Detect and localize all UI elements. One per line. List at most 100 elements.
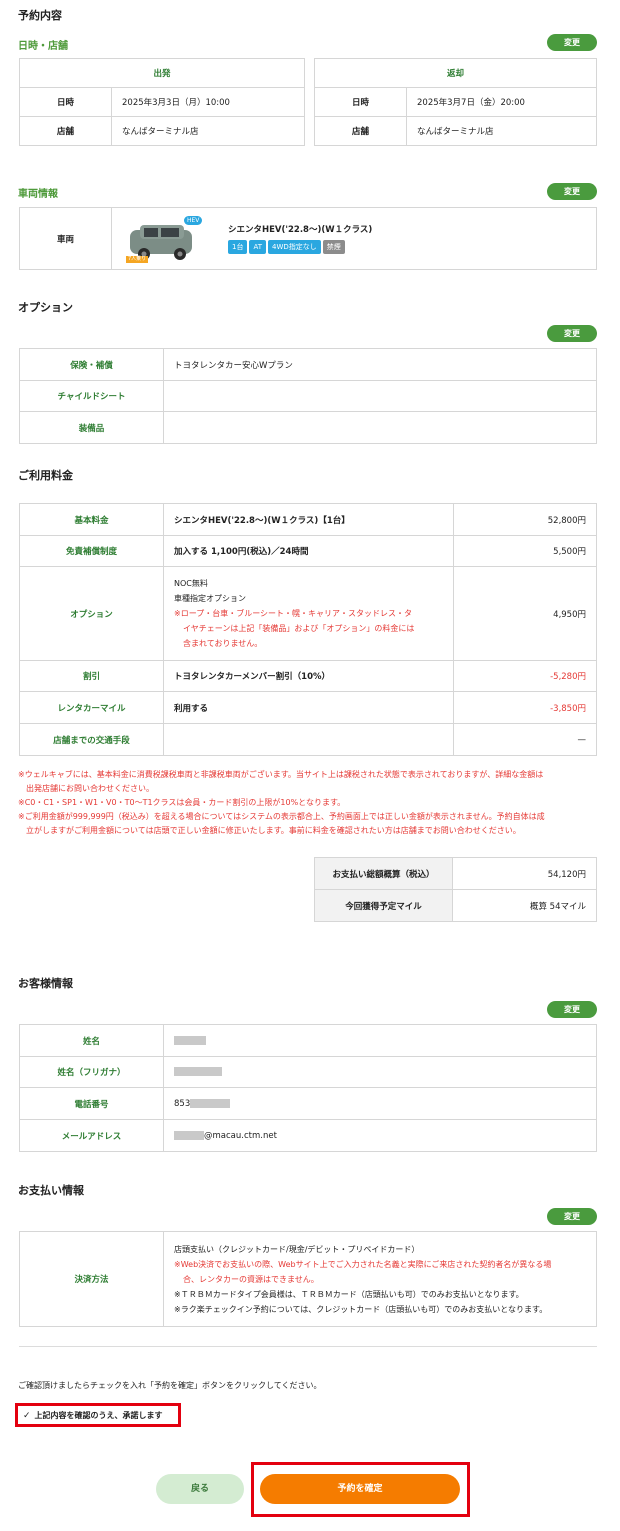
return-store-label: 店舗 [314,116,407,146]
vehicle-table: 車両 7人乗り HEV シエンタHEV('22.8～)(W１クラス) 1台 AT 4… [19,207,597,270]
option-childseat-label: チャイルドシート [19,380,164,412]
option-equipment-value [163,411,597,444]
fee-note-2: ※C0・C1・SP1・W1・V0・T0～T1クラスは会員・カード割引の上限が10… [18,798,346,807]
fee-note-1-cont: 出発店舗にお問い合わせください。 [26,784,154,793]
payment-change-button[interactable]: 変更 [547,1208,597,1225]
fee-note-3-cont: 立がしますがご利用金額については店頭で正しい金額に修正いたします。事前に料金を確… [26,826,521,835]
customer-name-value [163,1024,597,1057]
vehicle-cell: 7人乗り HEV シエンタHEV('22.8～)(W１クラス) 1台 AT 4WD指… [111,207,597,270]
fee-option-vehicle-spec: 車種指定オプション [174,594,246,603]
fee-discount-amount: -5,280円 [453,660,597,692]
return-table: 返却 日時 2025年3月7日（金）20:00 店舗 なんばターミナル店 [314,58,597,146]
vehicle-tags: 1台 AT 4WD指定なし 禁煙 [228,240,347,254]
payment-line-1: 店頭支払い（クレジットカード/現金/デビット・プリペイドカード） [174,1244,420,1254]
payment-line-3: 合、レンタカーの資源はできません。 [183,1274,319,1284]
vehicle-name: シエンタHEV('22.8～)(W１クラス) [228,225,373,235]
fee-option-amount: 4,950円 [453,566,597,661]
fee-basic-label: 基本料金 [19,503,164,536]
departure-store: なんばターミナル店 [111,116,305,146]
departure-table: 出発 日時 2025年3月3日（月）10:00 店舗 なんばターミナル店 [19,58,305,146]
customer-change-button[interactable]: 変更 [547,1001,597,1018]
departure-header: 出発 [19,58,305,88]
fee-option-desc: NOC無料 車種指定オプション ※ロープ・台車・ブルーシート・幌・キャリア・スタ… [163,566,454,661]
return-store: なんばターミナル店 [406,116,597,146]
payment-title: お支払い情報 [18,1184,84,1197]
fee-mile-desc: 利用する [163,691,454,724]
datetime-store-title: 日時・店舗 [18,41,68,52]
fees-table: 基本料金 シエンタHEV('22.8～)(W１クラス)【1台】 52,800円 … [19,503,597,756]
back-button[interactable]: 戻る [156,1474,244,1504]
mile-label: 今回獲得予定マイル [314,889,453,922]
accept-checkbox[interactable]: ✓ 上記内容を確認のうえ、承諾します [23,1409,163,1422]
payment-method-label: 決済方法 [19,1231,164,1327]
return-date: 2025年3月7日（金）20:00 [406,87,597,117]
fee-option-note-2: イヤチェーンは上記「装備品」および「オプション」の料金には [183,624,415,633]
fee-note-1: ※ウェルキャブには、基本料金に消費税課税車両と非課税車両がございます。当サイト上… [18,770,544,779]
fee-notes: ※ウェルキャブには、基本料金に消費税課税車両と非課税車両がございます。当サイト上… [18,768,602,838]
fee-mile-label: レンタカーマイル [19,691,164,724]
customer-kana-label: 姓名（フリガナ） [19,1056,164,1088]
option-equipment-label: 装備品 [19,411,164,444]
vehicle-label: 車両 [19,207,112,270]
fee-discount-label: 割引 [19,660,164,692]
fee-mile-amount: -3,850円 [453,691,597,724]
option-childseat-value [163,380,597,412]
payment-line-5: ※ラク楽チェックイン予約については、クレジットカード（店頭払いも可）でのみお支払… [174,1304,548,1314]
total-value: 54,120円 [452,857,597,890]
phone-prefix: 853 [174,1098,191,1109]
payment-method-value: 店頭支払い（クレジットカード/現金/デビット・プリペイドカード） ※Web決済で… [163,1231,597,1327]
options-title: オプション [18,301,73,314]
email-suffix: @macau.ctm.net [204,1130,277,1141]
confirm-reservation-button[interactable]: 予約を確定 [260,1474,460,1504]
seat-capacity-badge: 7人乗り [126,256,149,263]
option-insurance-label: 保険・補償 [19,348,164,381]
fee-waiver-desc: 加入する 1,100円(税込)／24時間 [163,535,454,567]
reservation-title: 予約内容 [18,9,62,22]
fee-option-note-3: 含まれておりません。 [183,639,263,648]
confirm-instruction: ご確認頂けましたらチェックを入れ「予約を確定」ボタンをクリックしてください。 [18,1381,322,1390]
tag-count: 1台 [228,240,248,254]
fee-access-desc [163,723,454,756]
fee-waiver-label: 免責補償制度 [19,535,164,567]
payment-line-2: ※Web決済でお支払いの際、Webサイト上でご入力された名義と実際にご来店された… [174,1259,552,1269]
fee-waiver-amount: 5,500円 [453,535,597,567]
departure-date-label: 日時 [19,87,112,117]
vehicle-change-button[interactable]: 変更 [547,183,597,200]
redacted-phone [190,1098,231,1108]
total-label: お支払い総額概算（税込） [314,857,453,890]
customer-kana-value [163,1056,597,1088]
payment-line-4: ※ＴＲＢＭカードタイプ会員様は、ＴＲＢＭカード（店頭払いも可）でのみお支払いとな… [174,1289,524,1299]
return-header: 返却 [314,58,597,88]
vehicle-title: 車両情報 [18,189,58,200]
tag-drive: 4WD指定なし [268,240,321,254]
vehicle-image: 7人乗り HEV [126,216,206,264]
hev-badge: HEV [184,216,203,225]
option-insurance-value: トヨタレンタカー安心Wプラン [163,348,597,381]
options-table: 保険・補償 トヨタレンタカー安心Wプラン チャイルドシート 装備品 [19,348,597,444]
customer-title: お客様情報 [18,977,73,990]
customer-name-label: 姓名 [19,1024,164,1057]
customer-email-label: メールアドレス [19,1119,164,1152]
fee-access-label: 店舗までの交通手段 [19,723,164,756]
options-change-button[interactable]: 変更 [547,325,597,342]
tag-nonsmoking: 禁煙 [322,240,345,254]
redacted-email [174,1130,204,1140]
mile-value: 概算 54マイル [452,889,597,922]
redacted-kana [174,1067,222,1076]
departure-store-label: 店舗 [19,116,112,146]
total-table: お支払い総額概算（税込） 54,120円 今回獲得予定マイル 概算 54マイル [314,857,597,922]
accept-checkbox-label: 上記内容を確認のうえ、承諾します [34,1411,163,1420]
fee-option-label: オプション [19,566,164,661]
fee-basic-amount: 52,800円 [453,503,597,536]
payment-table: 決済方法 店頭支払い（クレジットカード/現金/デビット・プリペイドカード） ※W… [19,1231,597,1327]
tag-transmission: AT [249,240,266,254]
fee-option-noc: NOC無料 [174,579,208,588]
departure-date: 2025年3月3日（月）10:00 [111,87,305,117]
return-date-label: 日時 [314,87,407,117]
divider [19,1346,597,1347]
datetime-change-button[interactable]: 変更 [547,34,597,51]
fee-basic-desc: シエンタHEV('22.8～)(W１クラス)【1台】 [163,503,454,536]
redacted-name [174,1035,206,1045]
fee-note-3: ※ご利用金額が999,999円（税込み）を超える場合についてはシステムの表示都合… [18,812,545,821]
customer-phone-value: 853 [163,1087,597,1120]
